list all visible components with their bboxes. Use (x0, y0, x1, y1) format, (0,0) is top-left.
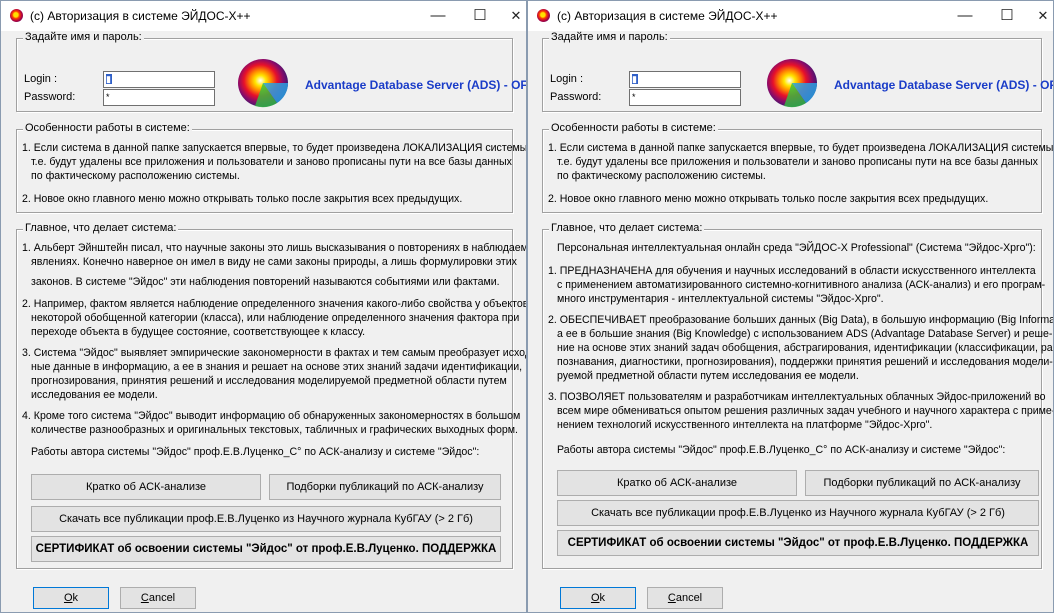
ok-button[interactable]: Ok (33, 587, 109, 609)
p3-line4: исследования ее модели. (31, 389, 158, 401)
p2-line1: 2. Например, фактом является наблюдение … (22, 298, 527, 310)
login-dialog-left: (c) Авторизация в системе ЭЙДОС-Х++ — ☐ … (0, 0, 527, 613)
features-item2: 2. Новое окно главного меню можно открыв… (548, 193, 989, 205)
password-label: Password: (550, 91, 602, 103)
p4-line2: количестве разнообразных и оригинальных … (31, 424, 518, 436)
password-input[interactable]: * (629, 89, 741, 106)
p2-line2: а ее в большие знания (Big Knowledge) с … (557, 328, 1053, 340)
p3-line3: нением технологий искусственного интелле… (557, 419, 933, 431)
p1-line2: с применением автоматизированного систем… (557, 279, 1046, 291)
ads-status-text: Advantage Database Server (ADS) - OFF (834, 78, 1054, 92)
ok-button[interactable]: Ok (560, 587, 636, 609)
p1-line1: 1. ПРЕДНАЗНАЧЕНА для обучения и научных … (548, 265, 1036, 277)
p3-line1: 3. ПОЗВОЛЯЕТ пользователям и разработчик… (548, 391, 1046, 403)
minimize-icon[interactable]: — (943, 1, 987, 31)
short-ask-button[interactable]: Кратко об АСК-анализе (31, 474, 261, 500)
login-dialog-right: (c) Авторизация в системе ЭЙДОС-Х++ — ☐ … (527, 0, 1054, 613)
title-bar[interactable]: (c) Авторизация в системе ЭЙДОС-Х++ — ☐ … (528, 1, 1053, 31)
close-icon[interactable]: ✕ (494, 1, 526, 31)
p2-line2: некоторой обобщенной категории (класса),… (31, 312, 520, 324)
p3-line2: ные данные в информацию, а ее в знания и… (31, 361, 523, 373)
p2-line5: руемой предметной области путем исследов… (557, 370, 859, 382)
features-item1-line3: по фактическому расположению системы. (31, 170, 240, 182)
password-input[interactable]: * (103, 89, 215, 106)
p1-line2: явлениях. Конечно наверное он имел в вид… (31, 256, 517, 268)
app-logo-icon (537, 9, 550, 22)
features-item1-line1: 1. Если система в данной папке запускает… (22, 142, 527, 154)
p1-line1: 1. Альберт Эйнштейн писал, что научные з… (22, 242, 527, 254)
p1-line3: много инструментария - интеллектуальной … (557, 293, 884, 305)
works-text: Работы автора системы "Эйдос" проф.Е.В.Л… (557, 444, 1006, 456)
login-label: Login : (24, 73, 58, 85)
certificate-support-button[interactable]: СЕРТИФИКАТ об освоении системы "Эйдос" о… (557, 530, 1039, 556)
credentials-group: Задайте имя и пароль: Login : Password: … (542, 31, 1053, 112)
certificate-support-button[interactable]: СЕРТИФИКАТ об освоении системы "Эйдос" о… (31, 536, 501, 562)
features-item1-line1: 1. Если система в данной папке запускает… (548, 142, 1054, 154)
features-legend: Особенности работы в системе: (549, 122, 718, 134)
p2-line3: переходе объекта в будущее состояние, со… (31, 326, 366, 338)
window-title: (c) Авторизация в системе ЭЙДОС-Х++ (30, 9, 251, 23)
credentials-legend: Задайте имя и пароль: (549, 31, 670, 43)
credentials-group: Задайте имя и пароль: Login : Password: … (16, 31, 526, 112)
title-bar[interactable]: (c) Авторизация в системе ЭЙДОС-Х++ — ☐ … (1, 1, 526, 31)
password-mask: * (106, 92, 110, 102)
features-group: Особенности работы в системе: 1. Если си… (16, 122, 526, 213)
short-ask-button[interactable]: Кратко об АСК-анализе (557, 470, 797, 496)
credentials-legend: Задайте имя и пароль: (23, 31, 144, 43)
close-icon[interactable]: ✕ (1021, 1, 1053, 31)
features-legend: Особенности работы в системе: (23, 122, 192, 134)
password-mask: * (632, 92, 636, 102)
publications-button[interactable]: Подборки публикаций по АСК-анализу (805, 470, 1039, 496)
main-info-legend: Главное, что делает система: (23, 222, 179, 234)
ads-status-text: Advantage Database Server (ADS) - OFF (305, 78, 527, 92)
features-item2: 2. Новое окно главного меню можно открыв… (22, 193, 463, 205)
main-info-legend: Главное, что делает система: (549, 222, 705, 234)
minimize-icon[interactable]: — (416, 1, 460, 31)
p2-line3: ние на основе этих знаний задач обобщени… (557, 342, 1054, 354)
eidos-logo-icon (767, 59, 818, 108)
features-group: Особенности работы в системе: 1. Если си… (542, 122, 1053, 213)
login-input[interactable]: ▮ (103, 71, 215, 88)
p2-line4: познавания, диагностики, прогнозирования… (557, 356, 1053, 368)
p2-line1: 2. ОБЕСПЕЧИВАЕТ преобразование больших д… (548, 314, 1054, 326)
intro-text: Персональная интеллектуальная онлайн сре… (557, 242, 1036, 254)
cancel-button[interactable]: Cancel (647, 587, 723, 609)
text-cursor-icon: ▮ (632, 74, 638, 84)
p3-line3: прогнозирования, принятия решений и иссл… (31, 375, 507, 387)
works-text: Работы автора системы "Эйдос" проф.Е.В.Л… (31, 446, 480, 458)
p4-line1: 4. Кроме того система "Эйдос" выводит ин… (22, 410, 521, 422)
app-logo-icon (10, 9, 23, 22)
cancel-button[interactable]: Cancel (120, 587, 196, 609)
p1-line3: законов. В системе "Эйдос" эти наблюдени… (31, 276, 500, 288)
download-publications-button[interactable]: Скачать все публикации проф.Е.В.Луценко … (557, 500, 1039, 526)
main-info-group: Главное, что делает система: 1. Альберт … (16, 222, 526, 569)
features-item1-line3: по фактическому расположению системы. (557, 170, 766, 182)
features-item1-line2: т.е. будут удалены все приложения и поль… (557, 156, 1038, 168)
login-label: Login : (550, 73, 584, 85)
p3-line2: всем мире обмениваться опытом решения ра… (557, 405, 1054, 417)
p3-line1: 3. Система "Эйдос" выявляет эмпирические… (22, 347, 527, 359)
window-title: (c) Авторизация в системе ЭЙДОС-Х++ (557, 9, 778, 23)
features-item1-line2: т.е. будут удалены все приложения и поль… (31, 156, 512, 168)
download-publications-button[interactable]: Скачать все публикации проф.Е.В.Луценко … (31, 506, 501, 532)
password-label: Password: (24, 91, 76, 103)
login-input[interactable]: ▮ (629, 71, 741, 88)
main-info-group: Главное, что делает система: Персональна… (542, 222, 1053, 569)
text-cursor-icon: ▮ (106, 74, 112, 84)
publications-button[interactable]: Подборки публикаций по АСК-анализу (269, 474, 501, 500)
eidos-logo-icon (238, 59, 289, 108)
